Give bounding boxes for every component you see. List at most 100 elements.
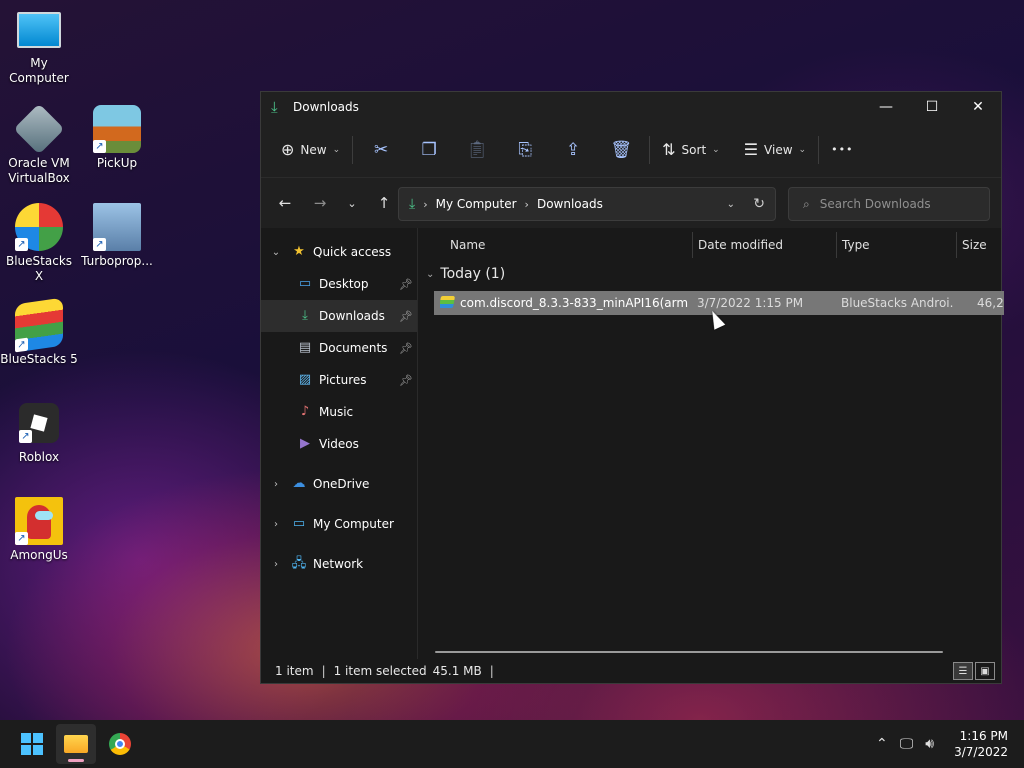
desktop-icon-label: AmongUs bbox=[10, 548, 68, 562]
selected-size: 45.1 MB bbox=[432, 664, 482, 678]
nav-item-my-computer[interactable]: › ▭ My Computer bbox=[261, 508, 417, 540]
desktop-icon-my-computer[interactable]: My Computer bbox=[0, 8, 78, 86]
chevron-right-icon: › bbox=[423, 197, 428, 211]
desktop-icon-virtualbox[interactable]: Oracle VM VirtualBox bbox=[0, 103, 78, 186]
details-view-button[interactable]: ☰ bbox=[953, 662, 973, 680]
group-label: Today (1) bbox=[440, 266, 506, 282]
column-header-size[interactable]: Size bbox=[962, 228, 987, 262]
group-header-today[interactable]: ⌄ Today (1) bbox=[426, 266, 505, 282]
delete-button[interactable]: 🗑︎ bbox=[597, 132, 645, 168]
more-options-button[interactable]: ••• bbox=[823, 132, 861, 168]
copy-button[interactable]: ❐ bbox=[405, 132, 453, 168]
view-button[interactable]: ☰ View ⌄ bbox=[736, 132, 814, 168]
desktop-icon-pickup[interactable]: ↗ PickUp bbox=[78, 105, 156, 171]
nav-item-pictures[interactable]: ▨ Pictures 📌︎ bbox=[261, 364, 417, 396]
window-title: Downloads bbox=[293, 100, 359, 114]
nav-item-desktop[interactable]: ▭ Desktop 📌︎ bbox=[261, 268, 417, 300]
column-divider[interactable] bbox=[836, 232, 837, 258]
column-header-type[interactable]: Type bbox=[842, 228, 870, 262]
nav-item-videos[interactable]: ▶ Videos bbox=[261, 428, 417, 460]
file-list: Name Date modified Type Size ⌄ Today (1)… bbox=[418, 228, 1004, 659]
window-titlebar[interactable]: ⤓ Downloads — ☐ ✕ bbox=[261, 92, 1001, 122]
volume-icon[interactable]: 🔊︎ bbox=[925, 736, 934, 752]
nav-quick-access[interactable]: ⌄ ★ Quick access bbox=[261, 236, 417, 268]
rename-icon: ⎘ bbox=[518, 139, 532, 160]
address-bar[interactable]: ⤓ › My Computer › Downloads ⌄ ↻ bbox=[398, 187, 776, 221]
horizontal-scrollbar[interactable] bbox=[435, 651, 943, 653]
search-input[interactable] bbox=[819, 197, 970, 211]
desktop-icon-bluestacks-x[interactable]: ↗ BlueStacks X bbox=[0, 203, 78, 284]
large-icons-view-button[interactable]: ▣ bbox=[975, 662, 995, 680]
chevron-down-icon: ⌄ bbox=[347, 196, 357, 210]
desktop-icon-label: My Computer bbox=[9, 56, 69, 85]
sort-button[interactable]: ⇅ Sort ⌄ bbox=[654, 132, 728, 168]
paste-button[interactable]: 📋︎ bbox=[453, 132, 501, 168]
desktop-icon-turboprop[interactable]: ↗ Turboprop... bbox=[78, 203, 156, 269]
column-divider[interactable] bbox=[692, 232, 693, 258]
address-dropdown-icon[interactable]: ⌄ bbox=[727, 199, 735, 210]
chrome-icon bbox=[109, 733, 131, 755]
status-separator: | bbox=[489, 664, 494, 678]
new-button[interactable]: ⊕ New ⌄ bbox=[273, 132, 348, 168]
network-icon[interactable]: 🖵︎ bbox=[900, 736, 914, 752]
start-button[interactable] bbox=[12, 724, 52, 764]
clock[interactable]: 1:16 PM 3/7/2022 bbox=[954, 728, 1008, 760]
nav-item-downloads[interactable]: ⤓ Downloads 📌︎ bbox=[261, 300, 417, 332]
nav-label: OneDrive bbox=[313, 477, 370, 491]
chevron-right-icon[interactable]: › bbox=[269, 559, 283, 570]
desktop-icon-amongus[interactable]: ↗ AmongUs bbox=[0, 497, 78, 563]
chevron-up-icon[interactable]: ⌃ bbox=[876, 736, 888, 752]
system-tray: ⌃ 🖵︎ 🔊︎ 1:16 PM 3/7/2022 bbox=[870, 720, 1024, 768]
chevron-right-icon[interactable]: › bbox=[269, 479, 283, 490]
close-button[interactable]: ✕ bbox=[955, 92, 1001, 122]
chevron-down-icon: ⌄ bbox=[798, 144, 807, 155]
file-name-cell: com.discord_8.3.3-833_minAPI16(arm64-... bbox=[440, 291, 688, 315]
pin-icon: 📌︎ bbox=[399, 277, 413, 291]
up-button[interactable]: ↑ bbox=[368, 187, 400, 219]
minimize-button[interactable]: — bbox=[863, 92, 909, 122]
forward-button[interactable]: → bbox=[304, 187, 336, 219]
breadcrumb-downloads[interactable]: Downloads bbox=[537, 197, 603, 211]
nav-label: Videos bbox=[319, 437, 359, 451]
column-divider[interactable] bbox=[956, 232, 957, 258]
file-size: 46,2 bbox=[977, 296, 1004, 310]
nav-label: Downloads bbox=[319, 309, 385, 323]
details-view-icon: ☰ bbox=[958, 665, 968, 677]
chevron-down-icon[interactable]: ⌄ bbox=[269, 247, 283, 258]
share-button[interactable]: ⇪ bbox=[549, 132, 597, 168]
refresh-icon[interactable]: ↻ bbox=[753, 196, 765, 212]
share-icon: ⇪ bbox=[566, 139, 581, 160]
nav-item-onedrive[interactable]: › ☁ OneDrive bbox=[261, 468, 417, 500]
arrow-right-icon: → bbox=[313, 194, 327, 212]
desktop-folder-icon: ▭ bbox=[298, 276, 312, 291]
bluestacks-x-icon: ↗ bbox=[15, 203, 63, 251]
sort-arrows-icon: ⇅ bbox=[662, 140, 676, 159]
toolbar-divider bbox=[649, 135, 651, 164]
chevron-right-icon[interactable]: › bbox=[269, 519, 283, 530]
desktop-icon-roblox[interactable]: ↗ Roblox bbox=[0, 399, 78, 465]
recent-locations-button[interactable]: ⌄ bbox=[336, 187, 368, 219]
explorer-body: ⌄ ★ Quick access ▭ Desktop 📌︎ ⤓ Download… bbox=[261, 228, 1004, 659]
file-explorer-taskbar-button[interactable] bbox=[56, 724, 96, 764]
roblox-icon: ↗ bbox=[19, 403, 59, 443]
nav-label: Quick access bbox=[313, 245, 392, 259]
download-icon: ⤓ bbox=[302, 308, 308, 323]
search-box[interactable]: ⌕ bbox=[788, 187, 990, 221]
nav-item-music[interactable]: ♪ Music bbox=[261, 396, 417, 428]
window-controls: — ☐ ✕ bbox=[863, 92, 1001, 122]
chrome-taskbar-button[interactable] bbox=[100, 724, 140, 764]
maximize-button[interactable]: ☐ bbox=[909, 92, 955, 122]
breadcrumb-my-computer[interactable]: My Computer bbox=[436, 197, 517, 211]
folder-icon bbox=[64, 735, 88, 753]
cut-button[interactable]: ✂ bbox=[357, 132, 405, 168]
column-header-date-modified[interactable]: Date modified bbox=[698, 228, 783, 262]
desktop-icon-bluestacks-5[interactable]: ↗ BlueStacks 5 bbox=[0, 297, 78, 367]
nav-item-documents[interactable]: ▤ Documents 📌︎ bbox=[261, 332, 417, 364]
rename-button[interactable]: ⎘ bbox=[501, 132, 549, 168]
desktop-icon-label: BlueStacks 5 bbox=[0, 352, 78, 366]
taskbar: ⌃ 🖵︎ 🔊︎ 1:16 PM 3/7/2022 bbox=[0, 720, 1024, 768]
column-header-name[interactable]: Name bbox=[450, 228, 485, 262]
clipboard-icon: 📋︎ bbox=[466, 139, 488, 160]
nav-item-network[interactable]: › 🖧︎ Network bbox=[261, 548, 417, 580]
back-button[interactable]: ← bbox=[269, 187, 301, 219]
